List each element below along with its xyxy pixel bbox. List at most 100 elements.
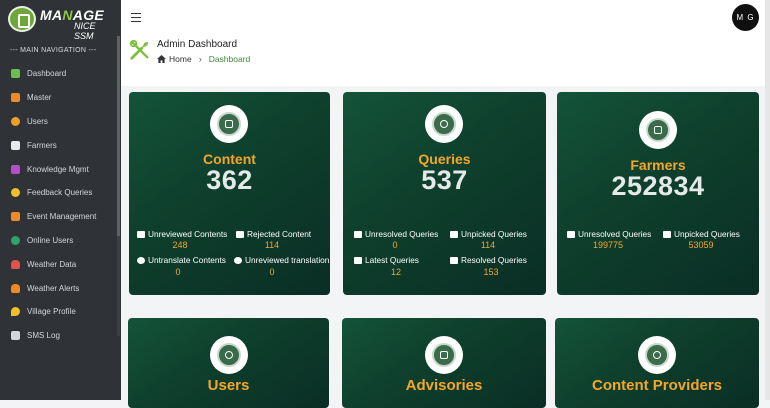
- stat-label: Unpicked Queries: [663, 229, 740, 239]
- advisories-card-icon: [425, 336, 463, 374]
- page-scrollbar[interactable]: [765, 0, 770, 400]
- envelope-icon: [354, 231, 362, 238]
- file-icon: [236, 231, 244, 238]
- stat-value: 199775: [592, 240, 624, 250]
- sidebar-item-sms-log[interactable]: SMS Log: [0, 324, 121, 348]
- card-title: Content Providers: [591, 377, 723, 394]
- card-value: 362: [206, 165, 253, 195]
- farmers-card-icon: [639, 111, 677, 149]
- sidebar-item-label: Weather Alerts: [27, 283, 80, 293]
- sidebar-item-dashboard[interactable]: Dashboard: [0, 62, 121, 86]
- sidebar-item-label: Village Profile: [27, 307, 76, 317]
- breadcrumb: Home › Dashboard: [157, 54, 250, 64]
- sidebar: MANAGE NICE SSM --- MAIN NAVIGATION --- …: [0, 0, 121, 400]
- envelope-icon: [354, 257, 362, 264]
- sidebar-item-label: Dashboard: [27, 69, 67, 79]
- sidebar-scrollbar-thumb[interactable]: [117, 36, 120, 236]
- tractor-icon: [11, 140, 20, 150]
- cloud-icon: [11, 259, 20, 269]
- logo-subtext: NICE SSM: [74, 21, 96, 41]
- stat-value: 0: [269, 267, 275, 277]
- document-icon: [137, 231, 145, 238]
- page-title: Admin Dashboard: [157, 39, 238, 50]
- content-providers-card[interactable]: Content Providers: [555, 318, 759, 408]
- stat-value: 12: [390, 267, 401, 277]
- page-header: Admin Dashboard Home › Dashboard: [121, 36, 770, 86]
- stat-value: 114: [264, 240, 280, 250]
- breadcrumb-current: Dashboard: [208, 54, 251, 64]
- sidebar-item-label: Farmers: [27, 140, 57, 150]
- stat-label: Unresolved Queries: [354, 229, 438, 239]
- queries-card[interactable]: Queries 537 Unresolved Queries 0 Unpicke…: [343, 92, 546, 295]
- sidebar-item-online-users[interactable]: Online Users: [0, 229, 121, 253]
- cloud-alert-icon: [11, 283, 20, 293]
- book-icon: [11, 164, 20, 174]
- sidebar-item-label: SMS Log: [27, 331, 60, 341]
- home-icon: [11, 69, 20, 79]
- top-bar: M G: [121, 0, 770, 36]
- farmers-card[interactable]: Farmers 252834 Unresolved Queries 199775…: [557, 92, 759, 295]
- brand-logo[interactable]: MANAGE NICE SSM: [8, 6, 116, 41]
- stat-label: Rejected Content: [236, 229, 311, 239]
- card-title: Advisories: [405, 377, 483, 394]
- sidebar-item-label: Master: [27, 93, 52, 103]
- hamburger-menu-icon[interactable]: [131, 13, 141, 22]
- globe-icon: [137, 257, 145, 264]
- sidebar-item-feedback-queries[interactable]: Feedback Queries: [0, 181, 121, 205]
- users-cog-icon: [11, 93, 20, 103]
- envelope-open-icon: [450, 257, 458, 264]
- sidebar-nav: Dashboard Master Users Farmers Knowledge…: [0, 62, 121, 348]
- content-card[interactable]: Content 362 Unreviewed Contents 248 Reje…: [129, 92, 330, 295]
- stat-value: 248: [172, 240, 188, 250]
- stat-value: 114: [480, 240, 496, 250]
- users-card-icon: [210, 336, 248, 374]
- stat-value: 53059: [688, 240, 714, 250]
- sidebar-item-label: Feedback Queries: [27, 188, 93, 198]
- sidebar-item-weather-alerts[interactable]: Weather Alerts: [0, 276, 121, 300]
- stat-value: 0: [175, 267, 181, 277]
- breadcrumb-home-link[interactable]: Home: [169, 54, 192, 64]
- envelope-icon: [663, 231, 671, 238]
- sidebar-item-label: Event Management: [27, 212, 97, 222]
- card-title: Users: [207, 377, 250, 394]
- map-pin-icon: [11, 307, 20, 317]
- question-icon: [11, 188, 20, 198]
- advisories-card[interactable]: Advisories: [342, 318, 546, 408]
- tools-icon: [129, 39, 149, 60]
- globe-icon: [11, 235, 20, 245]
- card-value: 537: [421, 165, 468, 195]
- user-avatar[interactable]: M G: [732, 4, 759, 31]
- stat-label: Latest Queries: [354, 255, 419, 265]
- stat-value: 0: [392, 240, 398, 250]
- sidebar-item-farmers[interactable]: Farmers: [0, 133, 121, 157]
- user-circle-icon: [11, 116, 20, 126]
- content-providers-card-icon: [638, 336, 676, 374]
- calendar-icon: [11, 212, 20, 222]
- stat-label: Unreviewed translation: [234, 255, 329, 265]
- sidebar-item-weather-data[interactable]: Weather Data: [0, 252, 121, 276]
- queries-card-icon: [425, 105, 463, 143]
- globe-icon: [234, 257, 242, 264]
- card-value: 252834: [611, 171, 705, 201]
- stat-label: Untranslate Contents: [137, 255, 226, 265]
- sidebar-item-knowledge-mgmt[interactable]: Knowledge Mgmt: [0, 157, 121, 181]
- nav-section-title: --- MAIN NAVIGATION ---: [10, 47, 97, 54]
- sidebar-item-event-management[interactable]: Event Management: [0, 205, 121, 229]
- stat-label: Unresolved Queries: [567, 229, 651, 239]
- users-card[interactable]: Users: [128, 318, 329, 408]
- sidebar-item-village-profile[interactable]: Village Profile: [0, 300, 121, 324]
- home-icon: [157, 55, 166, 63]
- sidebar-item-label: Online Users: [27, 235, 74, 245]
- envelope-icon: [450, 231, 458, 238]
- content-card-icon: [210, 105, 248, 143]
- logo-emblem-icon: [8, 6, 36, 32]
- sidebar-item-master[interactable]: Master: [0, 86, 121, 110]
- envelope-icon: [567, 231, 575, 238]
- sidebar-item-label: Knowledge Mgmt: [27, 164, 89, 174]
- stat-value: 153: [483, 267, 499, 277]
- sidebar-item-users[interactable]: Users: [0, 110, 121, 134]
- stat-label: Unpicked Queries: [450, 229, 527, 239]
- stat-label: Resolved Queries: [450, 255, 527, 265]
- stat-label: Unreviewed Contents: [137, 229, 227, 239]
- breadcrumb-separator-icon: ›: [198, 54, 202, 64]
